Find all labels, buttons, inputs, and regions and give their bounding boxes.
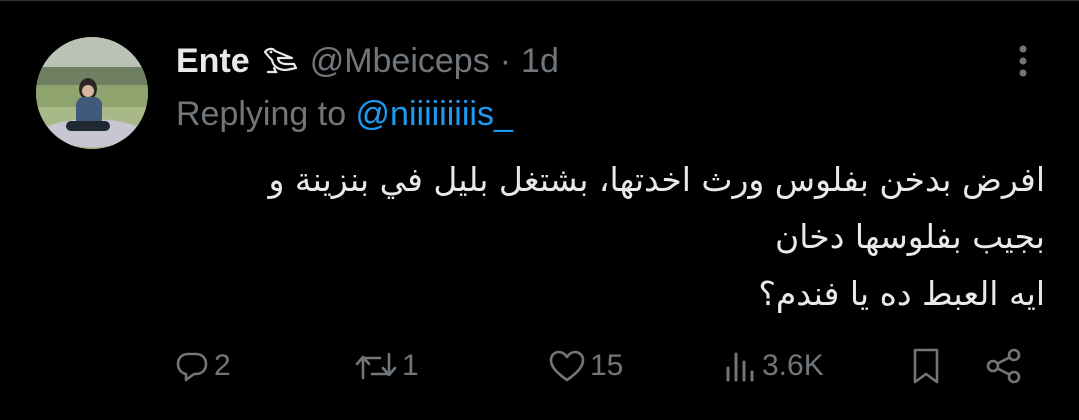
timestamp[interactable]: 1d [521,42,559,81]
repost-arrows-icon [354,348,398,384]
repost-count: 1 [402,349,419,382]
tweet-header: Ente @Mbeiceps · 1d [176,39,559,83]
author-name[interactable]: Ente [176,42,250,81]
reply-count: 2 [214,349,231,382]
replying-to-line: Replying to @niiiiiiiiis_ [176,95,513,134]
more-vertical-icon[interactable] [1006,41,1040,81]
tweet-text-line: بجيب بفلوسها دخان [775,217,1045,256]
avatar[interactable] [36,37,148,149]
reply-button[interactable]: 2 [174,341,231,391]
action-bar: 2 1 15 3.6K [0,341,1079,391]
views-button[interactable]: 3.6K [722,341,824,391]
bookmark-icon [908,346,944,386]
like-button[interactable]: 15 [548,341,623,391]
share-button[interactable] [984,341,1024,391]
view-count: 3.6K [762,349,824,382]
author-handle[interactable]: @Mbeiceps [310,42,490,81]
repost-button[interactable]: 1 [354,341,419,391]
pelican-emoji-icon [262,46,298,76]
share-icon [984,346,1024,386]
tweet-card[interactable]: Ente @Mbeiceps · 1d Replying to @niiiiii… [0,0,1079,420]
reply-bubble-icon [174,348,210,384]
bookmark-button[interactable] [908,341,944,391]
bar-chart-icon [722,348,758,384]
replying-prefix: Replying to [176,95,356,133]
tweet-text: افرض بدخن بفلوس ورث اخدتها، بشتغل بليل ف… [185,151,1046,322]
heart-icon [548,348,586,384]
tweet-text-line: ايه العبط ده يا فندم؟ [758,274,1045,313]
like-count: 15 [590,349,624,382]
tweet-text-line: افرض بدخن بفلوس ورث اخدتها، بشتغل بليل ف… [268,160,1046,199]
reply-mention-link[interactable]: @niiiiiiiiis_ [356,95,513,133]
separator-dot: · [499,41,512,80]
